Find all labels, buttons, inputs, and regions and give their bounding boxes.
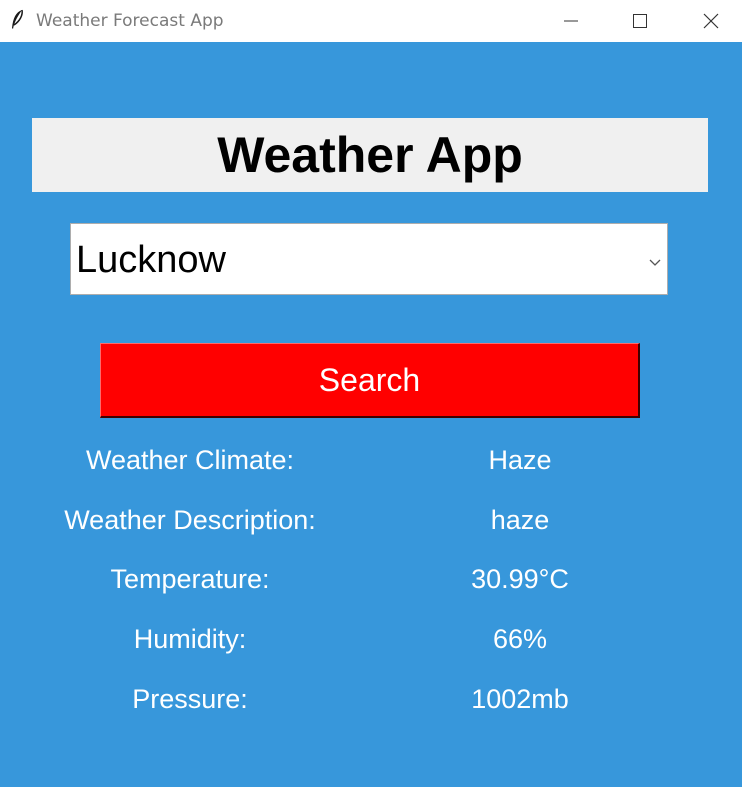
app-title-banner: Weather App xyxy=(32,118,708,192)
city-dropdown-value: Lucknow xyxy=(76,239,226,281)
pressure-value: 1002mb xyxy=(471,684,569,714)
info-row-pressure: Pressure: 1002mb xyxy=(0,684,742,724)
info-row-description: Weather Description: haze xyxy=(0,505,742,545)
app-title: Weather App xyxy=(217,127,523,183)
maximize-icon xyxy=(633,14,647,28)
temperature-value: 30.99°C xyxy=(471,564,569,594)
minimize-button[interactable] xyxy=(548,0,594,42)
city-dropdown[interactable]: Lucknow xyxy=(70,223,668,295)
title-bar: Weather Forecast App xyxy=(0,0,742,42)
feather-icon xyxy=(10,9,24,31)
description-label: Weather Description: xyxy=(64,505,316,535)
info-row-humidity: Humidity: 66% xyxy=(0,624,742,664)
minimize-icon xyxy=(564,20,578,22)
search-button-label: Search xyxy=(318,361,421,398)
maximize-button[interactable] xyxy=(617,0,663,42)
close-icon xyxy=(703,13,719,29)
pressure-label: Pressure: xyxy=(132,684,248,714)
chevron-down-icon[interactable] xyxy=(649,254,661,272)
search-button[interactable]: Search xyxy=(100,343,640,418)
climate-value: Haze xyxy=(488,445,552,475)
app-window: Weather Forecast App Weather App Lucknow xyxy=(0,0,742,787)
description-value: haze xyxy=(490,505,550,535)
info-row-climate: Weather Climate: Haze xyxy=(0,445,742,485)
info-row-temperature: Temperature: 30.99°C xyxy=(0,564,742,604)
humidity-value: 66% xyxy=(492,624,548,654)
humidity-label: Humidity: xyxy=(133,624,247,654)
close-button[interactable] xyxy=(688,0,734,42)
temperature-label: Temperature: xyxy=(110,564,270,594)
climate-label: Weather Climate: xyxy=(85,445,295,475)
window-title: Weather Forecast App xyxy=(36,11,224,31)
